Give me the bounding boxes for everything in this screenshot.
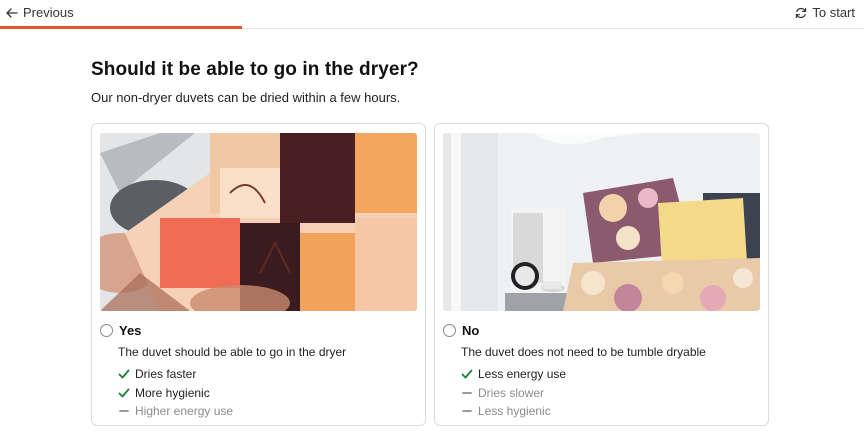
duvet-dryer-image [100, 133, 417, 311]
option-label-no: No [462, 323, 480, 338]
question-title: Should it be able to go in the dryer? [91, 59, 419, 80]
check-icon [461, 368, 473, 380]
feature-item: More hygienic [118, 384, 233, 403]
feature-text: Less energy use [478, 367, 567, 382]
arrow-left-icon [6, 7, 18, 18]
feature-item: Dries faster [118, 365, 233, 384]
feature-text: Dries faster [135, 367, 197, 382]
top-bar: Previous To start [0, 0, 864, 29]
feature-list-no: Less energy use Dries slower Less hygien… [461, 365, 566, 421]
progress-bar-fill [0, 26, 242, 29]
dash-icon [461, 387, 473, 399]
feature-item: Less energy use [461, 365, 566, 384]
option-row-no: No [443, 323, 479, 338]
feature-text: More hygienic [135, 385, 210, 400]
feature-item: Dries slower [461, 384, 566, 403]
previous-label: Previous [23, 5, 74, 20]
radio-button-no[interactable] [443, 324, 456, 337]
feature-list-yes: Dries faster More hygienic Higher energy… [118, 365, 233, 421]
option-description-yes: The duvet should be able to go in the dr… [118, 345, 347, 359]
feature-item: Less hygienic [461, 402, 566, 421]
radio-button-yes[interactable] [100, 324, 113, 337]
check-icon [118, 368, 130, 380]
option-card-yes[interactable]: Yes The duvet should be able to go in th… [91, 123, 426, 426]
option-card-no[interactable]: No The duvet does not need to be tumble … [434, 123, 769, 426]
dash-icon [118, 405, 130, 417]
feature-text: Dries slower [478, 385, 545, 400]
feature-text: Higher energy use [135, 404, 234, 419]
dash-icon [461, 405, 473, 417]
option-description-no: The duvet does not need to be tumble dry… [461, 345, 706, 359]
duvet-bedroom-image [443, 133, 760, 311]
option-row-yes: Yes [100, 323, 141, 338]
option-label-yes: Yes [119, 323, 142, 338]
progress-bar [0, 26, 864, 29]
question-subtitle: Our non-dryer duvets can be dried within… [91, 90, 401, 105]
previous-button[interactable]: Previous [6, 5, 74, 20]
feature-item: Higher energy use [118, 402, 233, 421]
to-start-label: To start [812, 5, 855, 20]
feature-text: Less hygienic [478, 404, 551, 419]
check-icon [118, 387, 130, 399]
refresh-icon [795, 7, 807, 19]
to-start-button[interactable]: To start [795, 5, 855, 20]
